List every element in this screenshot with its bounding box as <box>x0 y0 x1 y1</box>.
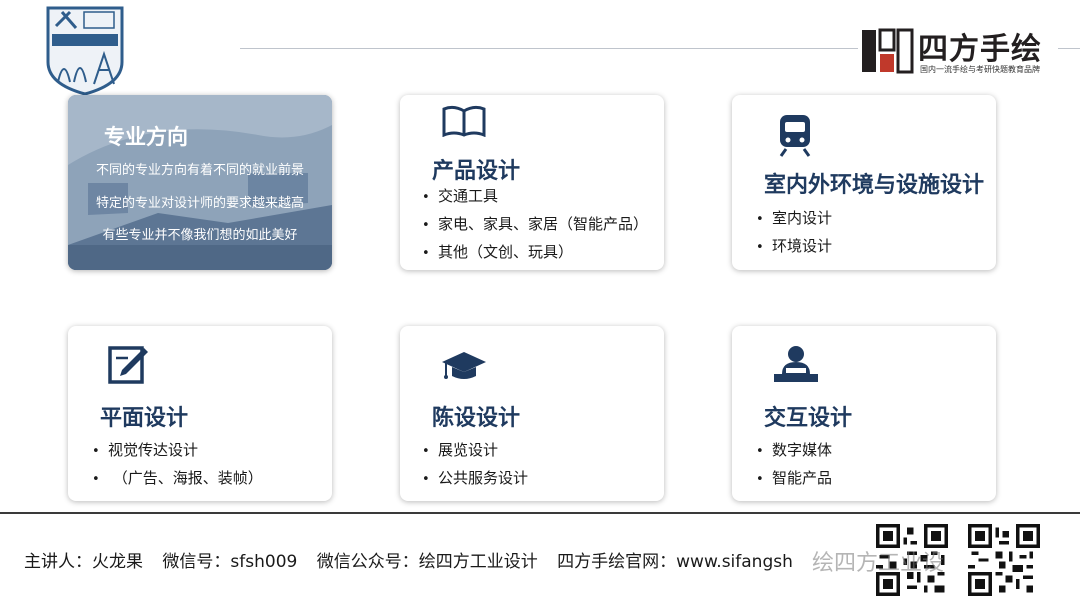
list-item: 其他（文创、玩具） <box>422 238 648 266</box>
card-title: 陈设设计 <box>432 406 521 431</box>
book-icon <box>442 105 486 137</box>
list-item: 智能产品 <box>756 464 832 492</box>
feature-line: 特定的专业对设计师的要求越来越高 <box>95 196 304 211</box>
brand-slogan: 国内一流手绘与考研快题教育品牌 <box>920 65 1040 74</box>
train-icon <box>779 115 811 157</box>
card-title: 平面设计 <box>100 406 189 431</box>
list-item: 交通工具 <box>422 182 648 210</box>
list-item: 展览设计 <box>422 436 528 464</box>
graduation-cap-icon <box>442 352 486 379</box>
card-list: 展览设计 公共服务设计 <box>422 436 528 492</box>
watermark: 绘四方工业设 <box>812 551 945 576</box>
wechat-id-text: 微信号：sfsh009 <box>162 552 298 572</box>
list-item: 环境设计 <box>756 232 832 260</box>
category-card-product: 产品设计 交通工具 家电、家具、家居（智能产品） 其他（文创、玩具） <box>400 95 664 270</box>
feature-title: 专业方向 <box>104 125 188 149</box>
edit-icon <box>108 346 148 384</box>
user-at-desk-icon <box>774 346 818 382</box>
card-list: 数字媒体 智能产品 <box>756 436 832 492</box>
list-item: 家电、家具、家居（智能产品） <box>422 210 648 238</box>
website-text: 四方手绘官网：www.sifangsh <box>557 552 793 572</box>
card-title: 室内外环境与设施设计 <box>764 173 985 198</box>
feature-card: 专业方向 不同的专业方向有着不同的就业前景 特定的专业对设计师的要求越来越高 有… <box>68 95 332 270</box>
card-list: 视觉传达设计 （广告、海报、装帧） <box>92 436 263 492</box>
brand-logo: 四方手绘 国内一流手绘与考研快题教育品牌 <box>858 22 1058 82</box>
list-item: 公共服务设计 <box>422 464 528 492</box>
list-item: 数字媒体 <box>756 436 832 464</box>
university-logo <box>46 6 124 96</box>
brand-name: 四方手绘 <box>918 32 1042 67</box>
feature-line: 不同的专业方向有着不同的就业前景 <box>95 163 304 178</box>
speaker-text: 主讲人：火龙果 <box>24 552 143 572</box>
card-list: 交通工具 家电、家具、家居（智能产品） 其他（文创、玩具） <box>422 182 648 266</box>
footer-info: 主讲人：火龙果 微信号：sfsh009 微信公众号：绘四方工业设计 四方手绘官网… <box>24 547 849 572</box>
category-card-interaction: 交互设计 数字媒体 智能产品 <box>732 326 996 501</box>
category-card-exhibition: 陈设设计 展览设计 公共服务设计 <box>400 326 664 501</box>
list-item: 室内设计 <box>756 204 832 232</box>
card-title: 产品设计 <box>432 159 521 184</box>
brand-mark-icon <box>862 28 914 74</box>
category-card-graphic: 平面设计 视觉传达设计 （广告、海报、装帧） <box>68 326 332 501</box>
qr-code-icon[interactable] <box>968 524 1040 596</box>
category-card-environment: 室内外环境与设施设计 室内设计 环境设计 <box>732 95 996 270</box>
card-list: 室内设计 环境设计 <box>756 204 832 260</box>
card-title: 交互设计 <box>764 406 853 431</box>
official-account-text: 微信公众号：绘四方工业设计 <box>316 552 538 572</box>
list-item: 视觉传达设计 <box>92 436 263 464</box>
feature-line: 有些专业并不像我们想的如此美好 <box>102 228 298 243</box>
list-item: （广告、海报、装帧） <box>92 464 263 492</box>
footer-divider <box>0 512 1080 514</box>
